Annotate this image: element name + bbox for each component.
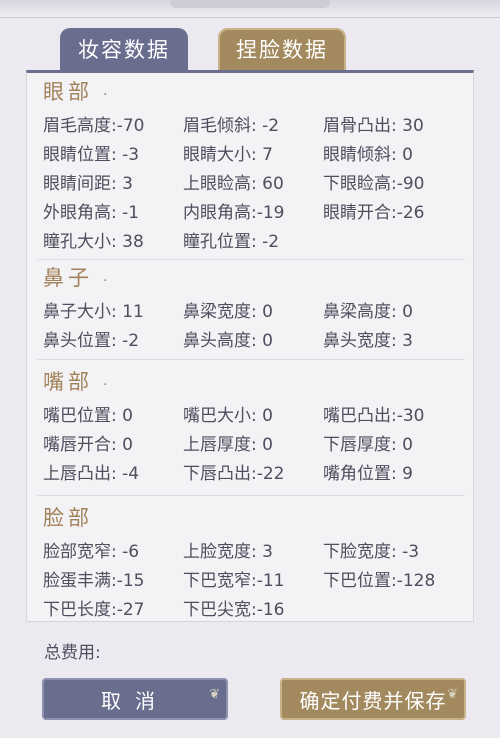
section-eyes: 眼部 · 眉毛高度:-70 眉毛倾斜: -2 眉骨凸出: 30 眼睛位置: -3 … [43,77,463,252]
value-item: 上唇凸出: -4 [43,464,140,484]
value-item: 瞳孔大小: 38 [43,232,144,252]
value-item: 脸蛋丰满:-15 [43,571,145,591]
face-data-panel: 眼部 · 眉毛高度:-70 眉毛倾斜: -2 眉骨凸出: 30 眼睛位置: -3 … [26,70,474,622]
section-dot: · [103,87,112,103]
title-ornament [170,0,330,8]
value-item: 鼻头高度: 0 [183,331,273,351]
section-nose: 鼻子 · 鼻子大小: 11 鼻梁宽度: 0 鼻梁高度: 0 鼻头位置: -2 鼻头… [43,263,463,351]
value-item: 眼睛大小: 7 [183,145,273,165]
value-item: 下巴宽窄:-11 [183,571,285,591]
tab-face-data[interactable]: 捏脸数据 [218,28,346,72]
section-divider [37,359,465,360]
value-item: 下眼睑高:-90 [323,174,425,194]
value-item: 鼻子大小: 11 [43,302,144,322]
value-item: 鼻梁宽度: 0 [183,302,273,322]
section-title-face: 脸部 [43,506,93,530]
value-item: 内眼角高:-19 [183,203,285,223]
value-item: 瞳孔位置: -2 [183,232,280,252]
value-item: 眼睛间距: 3 [43,174,133,194]
section-divider [37,495,465,496]
value-item: 下脸宽度: -3 [323,542,420,562]
value-item: 嘴角位置: 9 [323,464,413,484]
section-face: 脸部 脸部宽窄: -6 上脸宽度: 3 下脸宽度: -3 脸蛋丰满:-15 下巴… [43,503,463,620]
value-item: 眼睛位置: -3 [43,145,140,165]
section-title-eyes: 眼部 [43,80,93,104]
value-item: 上唇厚度: 0 [183,435,273,455]
value-item: 上眼睑高: 60 [183,174,284,194]
section-title-nose: 鼻子 [43,266,93,290]
cancel-button-label: 取消 [101,689,169,713]
window-top-bar [0,0,500,18]
value-item: 下巴位置:-128 [323,571,436,591]
cancel-button[interactable]: 取消 ❦ [42,678,228,720]
section-divider [37,259,465,260]
value-item: 嘴巴位置: 0 [43,406,133,426]
value-item: 眉骨凸出: 30 [323,116,424,136]
value-item: 眼睛开合:-26 [323,203,425,223]
section-mouth: 嘴部 · 嘴巴位置: 0 嘴巴大小: 0 嘴巴凸出:-30 嘴唇开合: 0 上唇厚… [43,367,463,484]
section-title-mouth: 嘴部 [43,370,93,394]
value-item: 鼻梁高度: 0 [323,302,413,322]
value-item: 上脸宽度: 3 [183,542,273,562]
value-item: 下唇厚度: 0 [323,435,413,455]
value-item: 眉毛倾斜: -2 [183,116,280,136]
value-item: 鼻头宽度: 3 [323,331,413,351]
tab-bar: 妆容数据 捏脸数据 [0,28,500,72]
value-item: 眉毛高度:-70 [43,116,145,136]
value-item: 眼睛倾斜: 0 [323,145,413,165]
section-dot: · [103,377,112,393]
value-item: 下巴长度:-27 [43,600,145,620]
leaf-ornament-icon: ❦ [209,687,220,702]
total-cost-label: 总费用: [44,643,101,663]
value-item: 外眼角高: -1 [43,203,140,223]
value-item: 嘴巴大小: 0 [183,406,273,426]
save-button-label: 确定付费并保存 [299,689,447,713]
value-item: 下唇凸出:-22 [183,464,285,484]
value-item: 鼻头位置: -2 [43,331,140,351]
tab-makeup-data[interactable]: 妆容数据 [60,28,188,72]
leaf-ornament-icon: ❦ [447,687,458,702]
section-dot: · [103,273,112,289]
confirm-pay-save-button[interactable]: 确定付费并保存 ❦ [280,678,466,720]
value-item: 脸部宽窄: -6 [43,542,140,562]
value-item: 嘴巴凸出:-30 [323,406,425,426]
value-item: 下巴尖宽:-16 [183,600,285,620]
value-item: 嘴唇开合: 0 [43,435,133,455]
